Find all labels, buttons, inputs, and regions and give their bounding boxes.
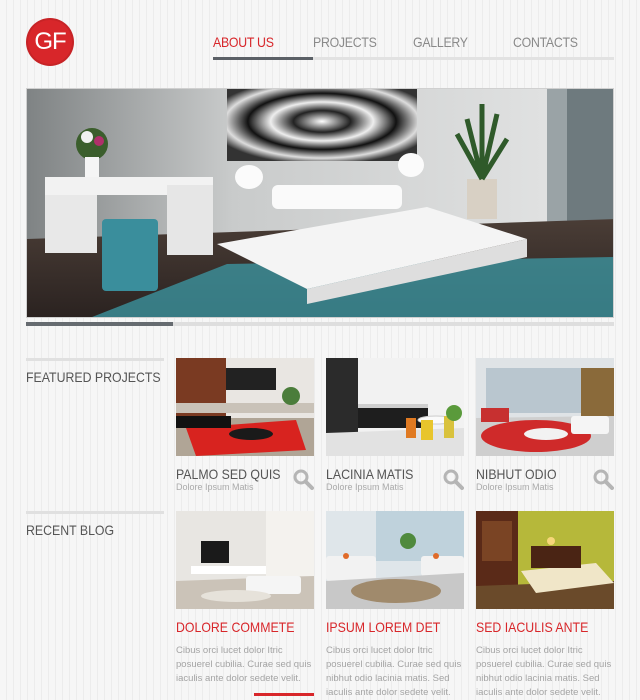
recent-blog-section: RECENT BLOG — [26, 511, 164, 538]
featured-projects-section: FEATURED PROJECTS — [26, 358, 164, 385]
project-title[interactable]: PALMO SED QUIS — [176, 466, 297, 482]
blog-post-excerpt: Cibus orci lucet dolor Itric posuerel cu… — [176, 645, 312, 684]
project-thumbnail[interactable] — [476, 358, 614, 456]
blog-thumbnail[interactable] — [326, 511, 464, 609]
blog-post-excerpt: Cibus orci lucet dolor Itric posuerel cu… — [476, 645, 612, 698]
nav-item-projects[interactable]: PROJECTS — [313, 34, 377, 50]
magnifier-icon[interactable] — [592, 468, 614, 490]
nav-item-gallery[interactable]: GALLERY — [413, 34, 468, 50]
project-card[interactable]: PALMO SED QUIS Dolore Ipsum Matis — [176, 358, 314, 492]
brand-logo[interactable]: GF — [26, 18, 74, 66]
bedroom-photo — [27, 89, 613, 317]
recent-blog-heading: RECENT BLOG — [26, 522, 115, 538]
nav-item-contacts[interactable]: CONTACTS — [513, 34, 578, 50]
blog-post-excerpt: Cibus orci lucet dolor Itric posuerel cu… — [326, 645, 462, 698]
nav-item-about-us[interactable]: ABOUT US — [213, 34, 274, 50]
hero-slider-progress[interactable] — [26, 322, 614, 326]
nav-active-indicator — [213, 57, 313, 60]
blog-post-title[interactable]: DOLORE COMMETE — [176, 619, 297, 635]
featured-projects-heading: FEATURED PROJECTS — [26, 369, 161, 385]
project-card[interactable]: LACINIA MATIS Dolore Ipsum Matis — [326, 358, 464, 492]
section-divider — [26, 511, 164, 514]
hero-slider-image[interactable] — [26, 88, 614, 318]
project-title[interactable]: NIBHUT ODIO — [476, 466, 597, 482]
read-more-bar[interactable] — [254, 693, 314, 696]
magnifier-icon[interactable] — [292, 468, 314, 490]
blog-thumbnail[interactable] — [476, 511, 614, 609]
project-thumbnail[interactable] — [176, 358, 314, 456]
blog-post-title[interactable]: IPSUM LOREM DET — [326, 619, 447, 635]
blog-thumbnail[interactable] — [176, 511, 314, 609]
blog-post-title[interactable]: SED IACULIS ANTE — [476, 619, 597, 635]
blog-card[interactable]: SED IACULIS ANTE Cibus orci lucet dolor … — [476, 511, 614, 700]
main-nav: ABOUT US PROJECTS GALLERY CONTACTS — [213, 30, 614, 60]
project-thumbnail[interactable] — [326, 358, 464, 456]
project-title[interactable]: LACINIA MATIS — [326, 466, 447, 482]
section-divider — [26, 358, 164, 361]
magnifier-icon[interactable] — [442, 468, 464, 490]
project-card[interactable]: NIBHUT ODIO Dolore Ipsum Matis — [476, 358, 614, 492]
blog-card[interactable]: IPSUM LOREM DET Cibus orci lucet dolor I… — [326, 511, 464, 700]
slider-progress-fill — [26, 322, 173, 326]
blog-card[interactable]: DOLORE COMMETE Cibus orci lucet dolor It… — [176, 511, 314, 696]
